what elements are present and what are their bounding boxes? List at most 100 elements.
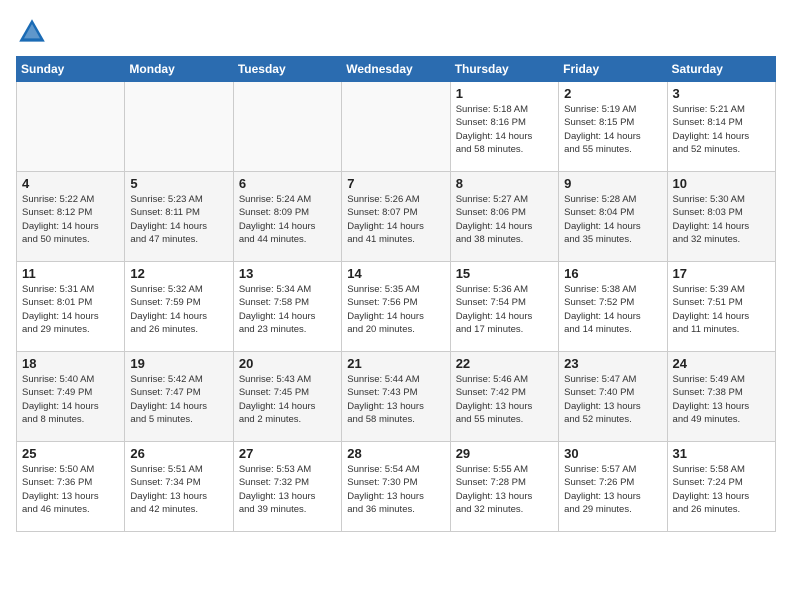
- day-number: 31: [673, 446, 770, 461]
- calendar-cell: [17, 82, 125, 172]
- day-number: 26: [130, 446, 227, 461]
- day-number: 21: [347, 356, 444, 371]
- day-info: Sunrise: 5:34 AM Sunset: 7:58 PM Dayligh…: [239, 283, 336, 336]
- logo-icon: [16, 16, 48, 48]
- day-info: Sunrise: 5:35 AM Sunset: 7:56 PM Dayligh…: [347, 283, 444, 336]
- calendar-cell: 7 Sunrise: 5:26 AM Sunset: 8:07 PM Daylig…: [342, 172, 450, 262]
- day-number: 19: [130, 356, 227, 371]
- day-number: 17: [673, 266, 770, 281]
- calendar-week-row: 11 Sunrise: 5:31 AM Sunset: 8:01 PM Dayli…: [17, 262, 776, 352]
- day-info: Sunrise: 5:54 AM Sunset: 7:30 PM Dayligh…: [347, 463, 444, 516]
- day-info: Sunrise: 5:47 AM Sunset: 7:40 PM Dayligh…: [564, 373, 661, 426]
- calendar-cell: 10 Sunrise: 5:30 AM Sunset: 8:03 PM Dayli…: [667, 172, 775, 262]
- day-number: 10: [673, 176, 770, 191]
- day-number: 5: [130, 176, 227, 191]
- day-number: 13: [239, 266, 336, 281]
- day-info: Sunrise: 5:46 AM Sunset: 7:42 PM Dayligh…: [456, 373, 553, 426]
- day-number: 3: [673, 86, 770, 101]
- day-info: Sunrise: 5:44 AM Sunset: 7:43 PM Dayligh…: [347, 373, 444, 426]
- header-sunday: Sunday: [17, 57, 125, 82]
- day-info: Sunrise: 5:24 AM Sunset: 8:09 PM Dayligh…: [239, 193, 336, 246]
- calendar-cell: 6 Sunrise: 5:24 AM Sunset: 8:09 PM Daylig…: [233, 172, 341, 262]
- calendar-cell: 27Sunrise: 5:53 AM Sunset: 7:32 PM Dayli…: [233, 442, 341, 532]
- calendar-cell: 11 Sunrise: 5:31 AM Sunset: 8:01 PM Dayli…: [17, 262, 125, 352]
- day-info: Sunrise: 5:43 AM Sunset: 7:45 PM Dayligh…: [239, 373, 336, 426]
- day-info: Sunrise: 5:21 AM Sunset: 8:14 PM Dayligh…: [673, 103, 770, 156]
- calendar-cell: 9 Sunrise: 5:28 AM Sunset: 8:04 PM Daylig…: [559, 172, 667, 262]
- calendar-cell: 28Sunrise: 5:54 AM Sunset: 7:30 PM Dayli…: [342, 442, 450, 532]
- day-info: Sunrise: 5:26 AM Sunset: 8:07 PM Dayligh…: [347, 193, 444, 246]
- calendar-cell: 3 Sunrise: 5:21 AM Sunset: 8:14 PM Daylig…: [667, 82, 775, 172]
- day-info: Sunrise: 5:50 AM Sunset: 7:36 PM Dayligh…: [22, 463, 119, 516]
- header-friday: Friday: [559, 57, 667, 82]
- calendar-cell: 19 Sunrise: 5:42 AM Sunset: 7:47 PM Dayli…: [125, 352, 233, 442]
- day-info: Sunrise: 5:19 AM Sunset: 8:15 PM Dayligh…: [564, 103, 661, 156]
- header-tuesday: Tuesday: [233, 57, 341, 82]
- calendar-cell: 23 Sunrise: 5:47 AM Sunset: 7:40 PM Dayli…: [559, 352, 667, 442]
- day-number: 2: [564, 86, 661, 101]
- calendar-cell: 8 Sunrise: 5:27 AM Sunset: 8:06 PM Daylig…: [450, 172, 558, 262]
- day-info: Sunrise: 5:55 AM Sunset: 7:28 PM Dayligh…: [456, 463, 553, 516]
- day-number: 24: [673, 356, 770, 371]
- day-info: Sunrise: 5:22 AM Sunset: 8:12 PM Dayligh…: [22, 193, 119, 246]
- calendar-cell: 31 Sunrise: 5:58 AM Sunset: 7:24 PM Dayli…: [667, 442, 775, 532]
- day-info: Sunrise: 5:49 AM Sunset: 7:38 PM Dayligh…: [673, 373, 770, 426]
- day-number: 11: [22, 266, 119, 281]
- day-info: Sunrise: 5:38 AM Sunset: 7:52 PM Dayligh…: [564, 283, 661, 336]
- calendar-cell: 20 Sunrise: 5:43 AM Sunset: 7:45 PM Dayli…: [233, 352, 341, 442]
- day-number: 7: [347, 176, 444, 191]
- day-info: Sunrise: 5:36 AM Sunset: 7:54 PM Dayligh…: [456, 283, 553, 336]
- calendar-header-row: SundayMondayTuesdayWednesdayThursdayFrid…: [17, 57, 776, 82]
- day-info: Sunrise: 5:40 AM Sunset: 7:49 PM Dayligh…: [22, 373, 119, 426]
- calendar-cell: 1 Sunrise: 5:18 AM Sunset: 8:16 PM Daylig…: [450, 82, 558, 172]
- day-info: Sunrise: 5:57 AM Sunset: 7:26 PM Dayligh…: [564, 463, 661, 516]
- calendar-cell: [125, 82, 233, 172]
- day-info: Sunrise: 5:27 AM Sunset: 8:06 PM Dayligh…: [456, 193, 553, 246]
- calendar-cell: 2 Sunrise: 5:19 AM Sunset: 8:15 PM Daylig…: [559, 82, 667, 172]
- day-number: 14: [347, 266, 444, 281]
- calendar-cell: 18Sunrise: 5:40 AM Sunset: 7:49 PM Dayli…: [17, 352, 125, 442]
- calendar-cell: 26Sunrise: 5:51 AM Sunset: 7:34 PM Dayli…: [125, 442, 233, 532]
- day-info: Sunrise: 5:53 AM Sunset: 7:32 PM Dayligh…: [239, 463, 336, 516]
- calendar-cell: 5Sunrise: 5:23 AM Sunset: 8:11 PM Daylig…: [125, 172, 233, 262]
- day-number: 6: [239, 176, 336, 191]
- calendar-week-row: 18Sunrise: 5:40 AM Sunset: 7:49 PM Dayli…: [17, 352, 776, 442]
- day-number: 23: [564, 356, 661, 371]
- calendar-week-row: 4Sunrise: 5:22 AM Sunset: 8:12 PM Daylig…: [17, 172, 776, 262]
- day-info: Sunrise: 5:28 AM Sunset: 8:04 PM Dayligh…: [564, 193, 661, 246]
- calendar-cell: 22Sunrise: 5:46 AM Sunset: 7:42 PM Dayli…: [450, 352, 558, 442]
- day-number: 8: [456, 176, 553, 191]
- day-number: 15: [456, 266, 553, 281]
- day-info: Sunrise: 5:42 AM Sunset: 7:47 PM Dayligh…: [130, 373, 227, 426]
- calendar-cell: [342, 82, 450, 172]
- calendar-cell: 16 Sunrise: 5:38 AM Sunset: 7:52 PM Dayli…: [559, 262, 667, 352]
- calendar-cell: [233, 82, 341, 172]
- calendar-cell: 25 Sunrise: 5:50 AM Sunset: 7:36 PM Dayli…: [17, 442, 125, 532]
- calendar-cell: 29Sunrise: 5:55 AM Sunset: 7:28 PM Dayli…: [450, 442, 558, 532]
- calendar-table: SundayMondayTuesdayWednesdayThursdayFrid…: [16, 56, 776, 532]
- day-info: Sunrise: 5:58 AM Sunset: 7:24 PM Dayligh…: [673, 463, 770, 516]
- day-info: Sunrise: 5:39 AM Sunset: 7:51 PM Dayligh…: [673, 283, 770, 336]
- header-monday: Monday: [125, 57, 233, 82]
- day-info: Sunrise: 5:18 AM Sunset: 8:16 PM Dayligh…: [456, 103, 553, 156]
- calendar-cell: 15 Sunrise: 5:36 AM Sunset: 7:54 PM Dayli…: [450, 262, 558, 352]
- day-number: 20: [239, 356, 336, 371]
- header-thursday: Thursday: [450, 57, 558, 82]
- day-info: Sunrise: 5:32 AM Sunset: 7:59 PM Dayligh…: [130, 283, 227, 336]
- header-saturday: Saturday: [667, 57, 775, 82]
- logo: [16, 16, 52, 48]
- day-number: 25: [22, 446, 119, 461]
- day-number: 9: [564, 176, 661, 191]
- day-info: Sunrise: 5:31 AM Sunset: 8:01 PM Dayligh…: [22, 283, 119, 336]
- header-wednesday: Wednesday: [342, 57, 450, 82]
- page-header: [16, 16, 776, 48]
- calendar-cell: 17 Sunrise: 5:39 AM Sunset: 7:51 PM Dayli…: [667, 262, 775, 352]
- calendar-cell: 13 Sunrise: 5:34 AM Sunset: 7:58 PM Dayli…: [233, 262, 341, 352]
- calendar-cell: 4Sunrise: 5:22 AM Sunset: 8:12 PM Daylig…: [17, 172, 125, 262]
- calendar-cell: 21 Sunrise: 5:44 AM Sunset: 7:43 PM Dayli…: [342, 352, 450, 442]
- day-info: Sunrise: 5:30 AM Sunset: 8:03 PM Dayligh…: [673, 193, 770, 246]
- calendar-week-row: 25 Sunrise: 5:50 AM Sunset: 7:36 PM Dayli…: [17, 442, 776, 532]
- calendar-cell: 12Sunrise: 5:32 AM Sunset: 7:59 PM Dayli…: [125, 262, 233, 352]
- day-number: 1: [456, 86, 553, 101]
- day-number: 16: [564, 266, 661, 281]
